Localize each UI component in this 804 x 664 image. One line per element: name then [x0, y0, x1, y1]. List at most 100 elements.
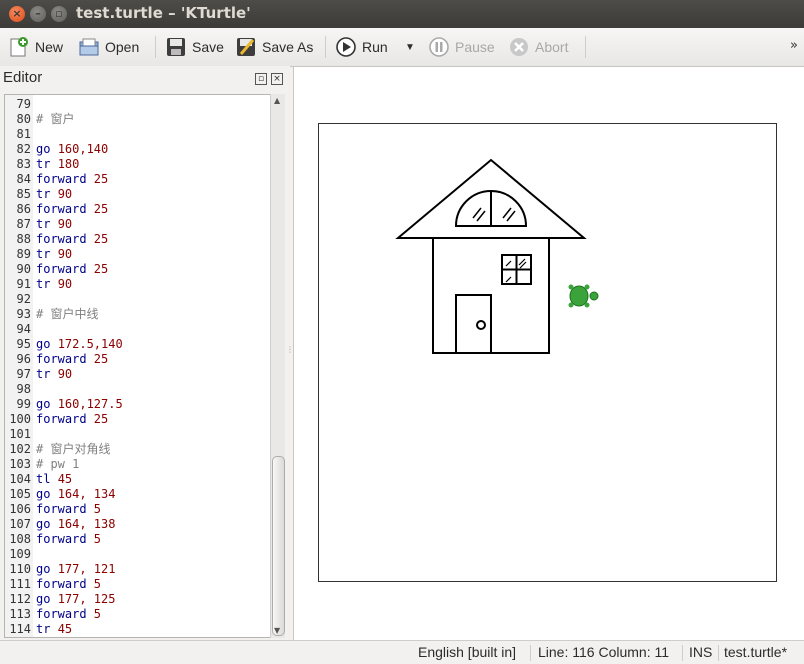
- code-line[interactable]: 112 go 177, 125: [5, 592, 271, 607]
- code-line[interactable]: 96 forward 25: [5, 352, 271, 367]
- window-diagonal: [505, 276, 512, 283]
- code-token: forward: [36, 577, 94, 591]
- status-cursor-position: Line: 116 Column: 11: [538, 644, 670, 660]
- code-line[interactable]: 108 forward 5: [5, 532, 271, 547]
- save-button[interactable]: Save: [165, 35, 224, 59]
- line-number: 101: [9, 427, 31, 441]
- editor-vertical-scrollbar[interactable]: ▲ ▼: [270, 94, 285, 638]
- main-toolbar: New Open Save Save As Run ▼ Pause Abort …: [0, 28, 804, 67]
- code-token: 90: [57, 247, 73, 261]
- status-separator: [682, 645, 683, 661]
- run-dropdown-button[interactable]: ▼: [405, 35, 415, 59]
- new-button[interactable]: New: [8, 35, 63, 59]
- code-line[interactable]: 97 tr 90: [5, 367, 271, 382]
- line-number: 105: [9, 487, 31, 501]
- code-line[interactable]: 101: [5, 427, 271, 442]
- code-token: 5: [93, 577, 102, 591]
- scrollbar-thumb[interactable]: [272, 456, 285, 636]
- code-line[interactable]: 105 go 164, 134: [5, 487, 271, 502]
- code-line[interactable]: 109: [5, 547, 271, 562]
- code-text: go 177, 125: [36, 592, 115, 607]
- toolbar-overflow-button[interactable]: »: [790, 38, 798, 53]
- line-number: 81: [16, 127, 31, 141]
- code-line[interactable]: 103 # pw 1: [5, 457, 271, 472]
- save-as-button[interactable]: Save As: [235, 35, 313, 59]
- code-line[interactable]: 83 tr 180: [5, 157, 271, 172]
- code-line[interactable]: 114 tr 45: [5, 622, 271, 637]
- code-line[interactable]: 88 forward 25: [5, 232, 271, 247]
- run-button[interactable]: Run: [335, 35, 388, 59]
- window-minimize-button[interactable]: –: [30, 6, 46, 22]
- window-close-button[interactable]: ×: [9, 6, 25, 22]
- code-line[interactable]: 92: [5, 292, 271, 307]
- code-line[interactable]: 89 tr 90: [5, 247, 271, 262]
- code-line[interactable]: 85 tr 90: [5, 187, 271, 202]
- code-token: 90: [57, 217, 73, 231]
- code-text: go 177, 121: [36, 562, 115, 577]
- code-line[interactable]: 113 forward 5: [5, 607, 271, 622]
- code-token: 5: [93, 532, 102, 546]
- code-line[interactable]: 82 go 160,140: [5, 142, 271, 157]
- code-text: forward 5: [36, 502, 101, 517]
- code-line[interactable]: 91 tr 90: [5, 277, 271, 292]
- code-token: tr: [36, 217, 58, 231]
- code-editor[interactable]: 79 80 # 窗户 81 82 go 160,140 83 tr 180 84 forward …: [4, 94, 272, 638]
- canvas-view: [293, 67, 804, 640]
- code-line[interactable]: 79: [5, 97, 271, 112]
- code-line[interactable]: 90 forward 25: [5, 262, 271, 277]
- code-line[interactable]: 81: [5, 127, 271, 142]
- code-text: tr 90: [36, 187, 72, 202]
- code-token: tr: [36, 247, 58, 261]
- line-number: 95: [16, 337, 31, 351]
- line-number: 99: [16, 397, 31, 411]
- code-line[interactable]: 87 tr 90: [5, 217, 271, 232]
- window-title: test.turtle – 'KTurtle': [76, 4, 251, 22]
- scroll-down-arrow-icon[interactable]: ▼: [274, 626, 280, 635]
- title-bar: × – ▫ test.turtle – 'KTurtle': [0, 0, 804, 28]
- abort-label: Abort: [535, 39, 569, 55]
- code-line[interactable]: 100 forward 25: [5, 412, 271, 427]
- dock-float-icon[interactable]: ▫: [255, 73, 267, 85]
- code-line[interactable]: 99 go 160,127.5: [5, 397, 271, 412]
- code-line[interactable]: 104 tl 45: [5, 472, 271, 487]
- line-number: 83: [16, 157, 31, 171]
- code-line[interactable]: 86 forward 25: [5, 202, 271, 217]
- dock-close-icon[interactable]: ×: [271, 73, 283, 85]
- line-number: 103: [9, 457, 31, 471]
- code-text: forward 25: [36, 202, 108, 217]
- line-number: 108: [9, 532, 31, 546]
- code-line[interactable]: 84 forward 25: [5, 172, 271, 187]
- code-token: 45: [57, 472, 73, 486]
- code-token: # 窗户: [36, 112, 75, 126]
- status-bar: English [built in] Line: 116 Column: 11 …: [0, 640, 804, 664]
- code-line[interactable]: 95 go 172.5,140: [5, 337, 271, 352]
- window-maximize-button[interactable]: ▫: [51, 6, 67, 22]
- code-line[interactable]: 98: [5, 382, 271, 397]
- code-line[interactable]: 107 go 164, 138: [5, 517, 271, 532]
- line-number: 94: [16, 322, 31, 336]
- pause-icon: [428, 36, 450, 58]
- code-line[interactable]: 110 go 177, 121: [5, 562, 271, 577]
- line-number: 102: [9, 442, 31, 456]
- code-line[interactable]: 111 forward 5: [5, 577, 271, 592]
- code-token: # pw 1: [36, 457, 80, 471]
- code-token: tl: [36, 472, 58, 486]
- code-token: forward: [36, 412, 94, 426]
- line-number: 82: [16, 142, 31, 156]
- code-line[interactable]: 93 # 窗户中线: [5, 307, 271, 322]
- code-line[interactable]: 80 # 窗户: [5, 112, 271, 127]
- line-number: 106: [9, 502, 31, 516]
- line-number: 96: [16, 352, 31, 366]
- pause-button[interactable]: Pause: [428, 35, 495, 59]
- toolbar-separator: [585, 36, 586, 58]
- scroll-up-arrow-icon[interactable]: ▲: [274, 96, 280, 105]
- code-line[interactable]: 102 # 窗户对角线: [5, 442, 271, 457]
- open-button[interactable]: Open: [78, 35, 139, 59]
- code-token: 160,140: [57, 142, 109, 156]
- code-line[interactable]: 94: [5, 322, 271, 337]
- abort-button[interactable]: Abort: [508, 35, 568, 59]
- line-number: 89: [16, 247, 31, 261]
- code-line[interactable]: 106 forward 5: [5, 502, 271, 517]
- code-text: go 172.5,140: [36, 337, 123, 352]
- line-number: 100: [9, 412, 31, 426]
